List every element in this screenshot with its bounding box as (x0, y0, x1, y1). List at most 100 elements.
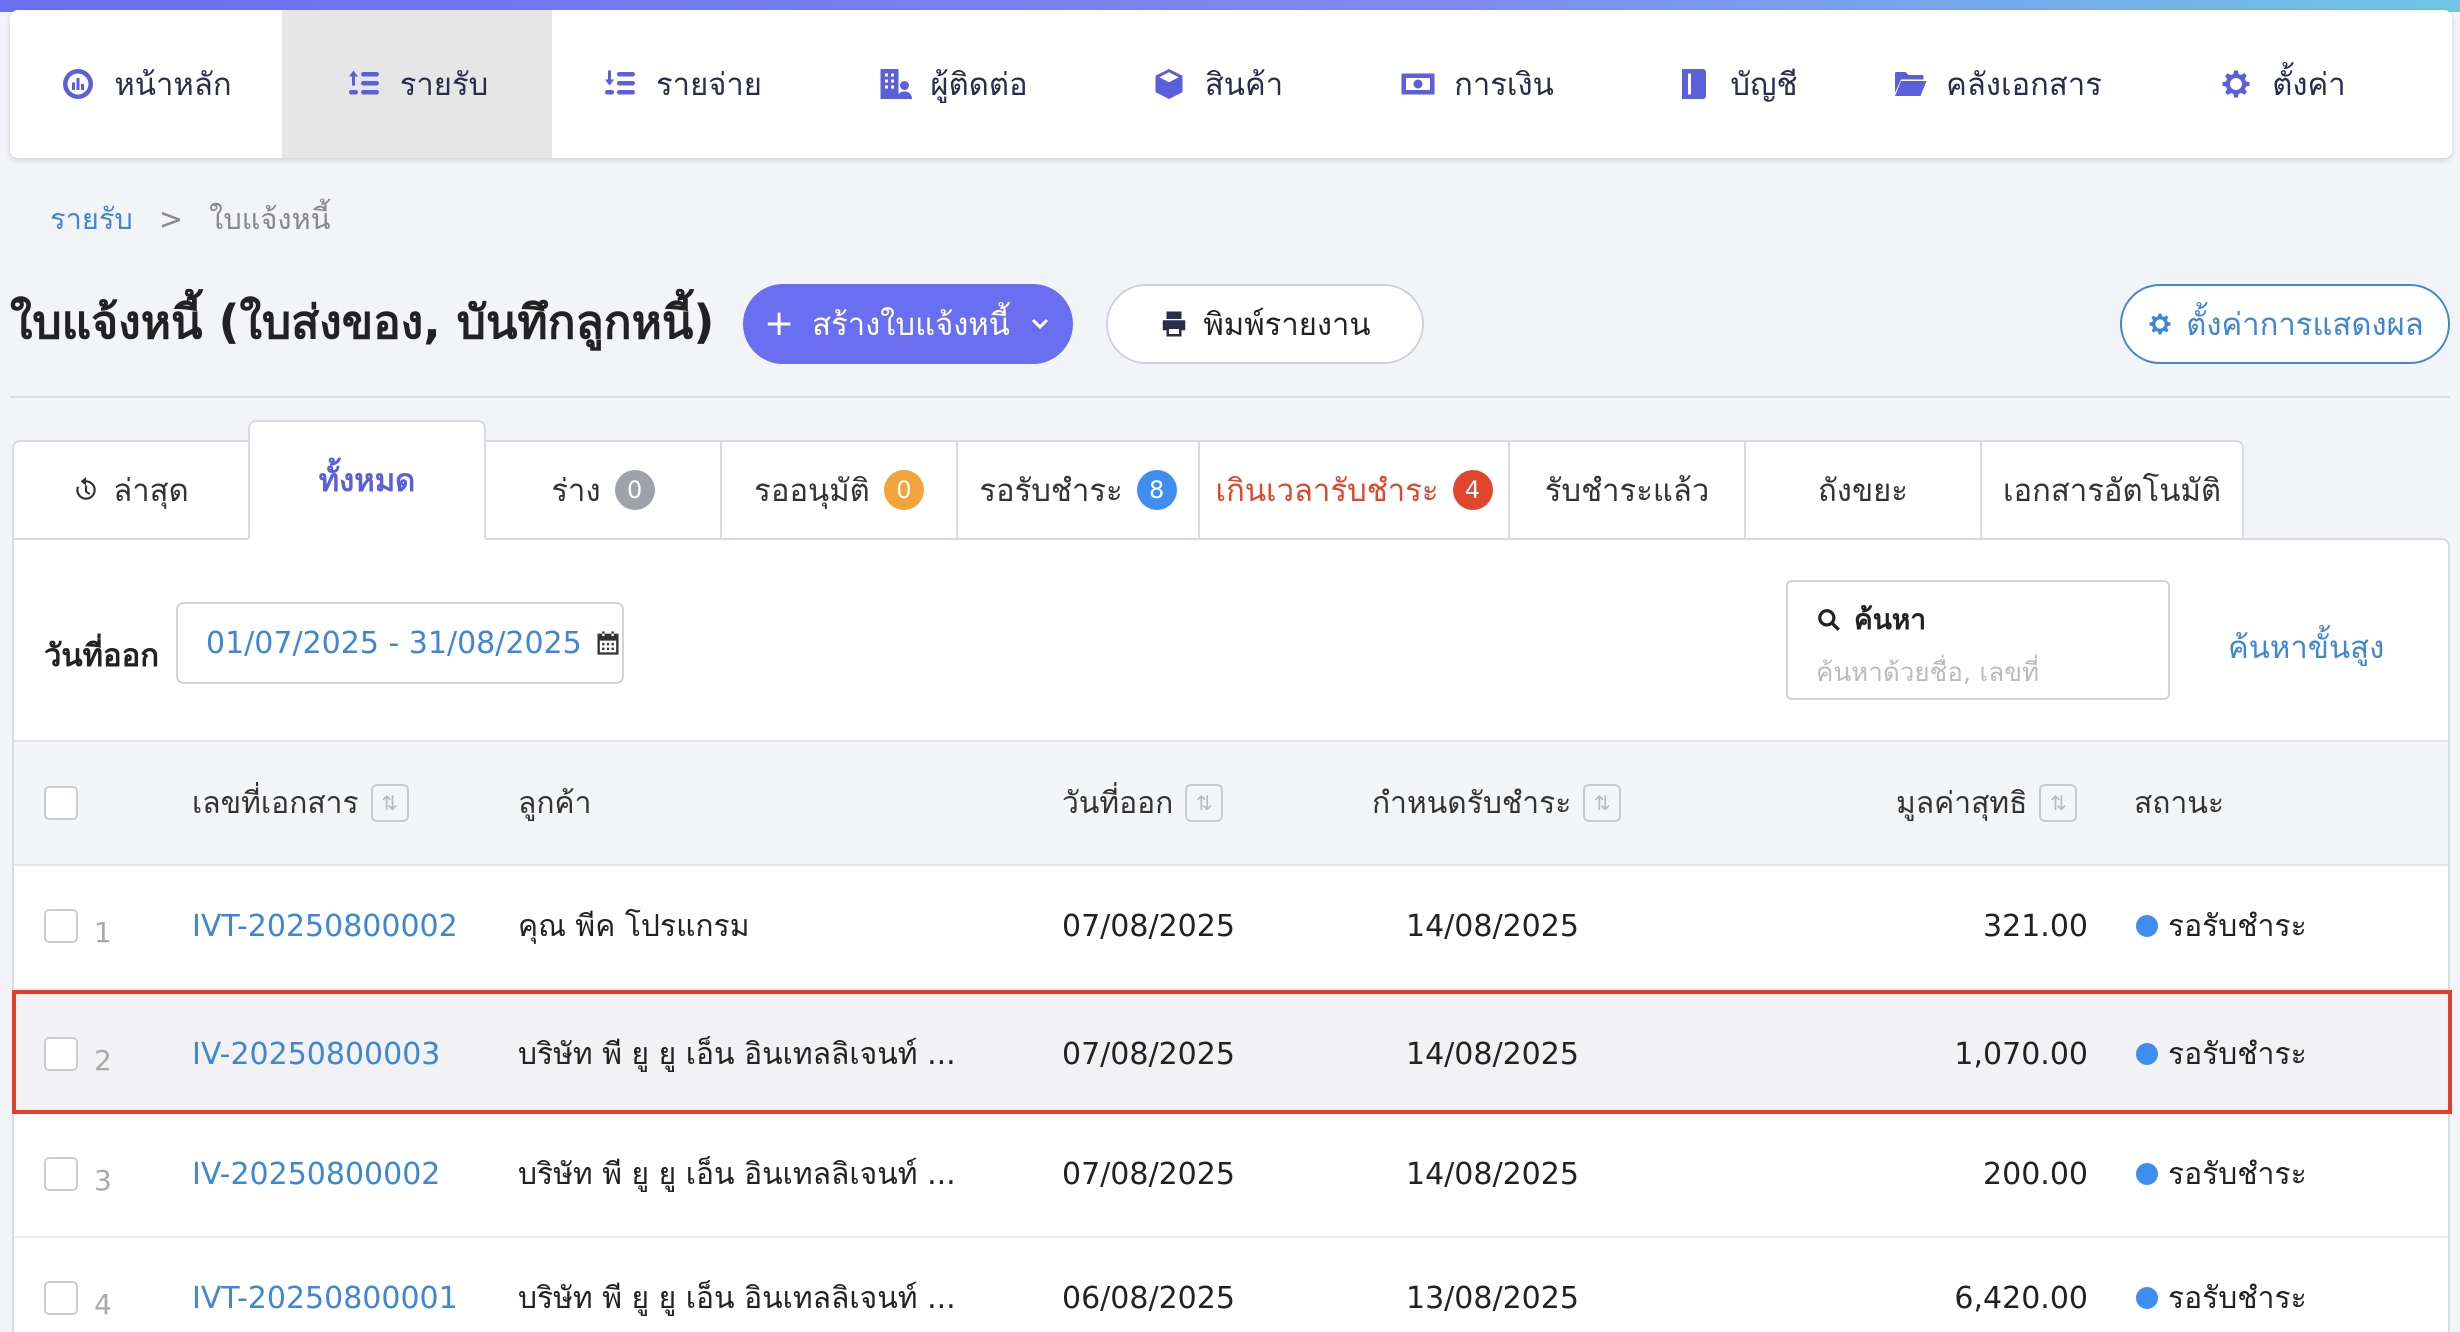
display-settings-label: ตั้งค่าการแสดงผล (2186, 307, 2424, 343)
issue-date: 07/08/2025 (1062, 908, 1235, 944)
sort-icon[interactable]: ⇅ (2039, 784, 2078, 822)
nav-item-accounting[interactable]: บัญชี (1612, 10, 1862, 158)
status-label: รอรับชำระ (2168, 1280, 2307, 1316)
due-date: 13/08/2025 (1406, 1280, 1579, 1316)
table-header: เลขที่เอกสาร ⇅ ลูกค้า วันที่ออก ⇅ กำหนดร… (14, 740, 2448, 866)
nav-label: รายรับ (399, 67, 489, 103)
column-net-value[interactable]: มูลค่าสุทธิ ⇅ (1896, 742, 2078, 864)
status-label: รอรับชำระ (2168, 908, 2307, 944)
tab-trash[interactable]: ถังขยะ (1744, 440, 1982, 540)
search-icon (1818, 609, 1840, 631)
column-label: วันที่ออก (1062, 785, 1174, 821)
history-icon (76, 477, 96, 500)
gear-icon (2222, 70, 2250, 98)
status-tabs: ล่าสุด ทั้งหมด ร่าง 0 รออนุมัติ 0 รอรับช… (12, 420, 2244, 540)
row-select-cell: 2 (44, 994, 112, 1114)
table-row[interactable]: 1 IVT-20250800002 คุณ พีค โปรแกรม 07/08/… (14, 866, 2448, 990)
count-badge: 0 (883, 470, 924, 510)
nav-label: สินค้า (1204, 67, 1284, 103)
doc-no-link[interactable]: IV-20250800003 (192, 994, 440, 1114)
nav-item-finance[interactable]: การเงิน (1342, 10, 1612, 158)
net-value: 321.00 (1983, 908, 2088, 944)
status-dot-icon (2136, 915, 2158, 937)
tab-pending-approval[interactable]: รออนุมัติ 0 (720, 440, 958, 540)
nav-item-home[interactable]: หน้าหลัก (10, 10, 282, 158)
sort-icon[interactable]: ⇅ (1583, 784, 1622, 822)
select-all-checkbox[interactable] (44, 786, 78, 820)
customer-name: บริษัท พี ยู ยู เอ็น อินเทลลิเจนท์ ... (518, 1156, 956, 1192)
date-range-field[interactable]: 01/07/2025 - 31/08/2025 (176, 602, 624, 684)
select-all-cell (44, 742, 78, 864)
printer-icon (1163, 311, 1186, 337)
table-row-highlighted[interactable]: 2 IV-20250800003 บริษัท พี ยู ยู เอ็น อิ… (12, 990, 2452, 1114)
tab-label: ถังขยะ (1818, 473, 1908, 509)
tab-paid[interactable]: รับชำระแล้ว (1508, 440, 1746, 540)
table-row[interactable]: 4 IVT-20250800001 บริษัท พี ยู ยู เอ็น อ… (14, 1238, 2448, 1332)
nav-label: ผู้ติดต่อ (930, 67, 1028, 103)
print-report-button[interactable]: พิมพ์รายงาน (1106, 284, 1424, 364)
tab-awaiting-payment[interactable]: รอรับชำระ 8 (956, 440, 1200, 540)
row-number: 4 (94, 1287, 112, 1321)
doc-no-link[interactable]: IVT-20250800001 (192, 1238, 458, 1332)
status-badge: รอรับชำระ (2136, 1238, 2307, 1332)
tab-overdue[interactable]: เกินเวลารับชำระ 4 (1198, 440, 1510, 540)
breadcrumb-separator: > (158, 202, 184, 236)
row-select-cell: 1 (44, 866, 112, 986)
tab-all[interactable]: ทั้งหมด (248, 420, 486, 540)
tab-label: ร่าง (551, 473, 601, 509)
row-checkbox[interactable] (44, 1037, 78, 1071)
tab-label: เอกสารอัตโนมัติ (2002, 473, 2222, 509)
box-icon (1155, 69, 1183, 99)
income-coins-icon (348, 70, 379, 95)
status-dot-icon (2136, 1043, 2158, 1065)
money-icon (1401, 73, 1435, 95)
row-select-cell: 4 (44, 1238, 112, 1332)
nav-label: บัญชี (1730, 67, 1798, 103)
issue-date: 07/08/2025 (1062, 1036, 1235, 1072)
advanced-search-link[interactable]: ค้นหาขั้นสูง (2228, 622, 2384, 672)
nav-item-settings[interactable]: ตั้งค่า (2132, 10, 2432, 158)
column-due-date[interactable]: กำหนดรับชำระ ⇅ (1372, 742, 1622, 864)
tab-label: รอรับชำระ (979, 473, 1123, 509)
print-report-label: พิมพ์รายงาน (1203, 307, 1371, 343)
gear-icon (2149, 313, 2171, 335)
nav-label: การเงิน (1454, 67, 1554, 103)
count-badge: 0 (614, 470, 655, 510)
header-divider (10, 396, 2450, 398)
nav-item-expense[interactable]: รายจ่าย (552, 10, 812, 158)
table-row[interactable]: 3 IV-20250800002 บริษัท พี ยู ยู เอ็น อิ… (14, 1114, 2448, 1238)
tab-draft[interactable]: ร่าง 0 (484, 440, 722, 540)
display-settings-button[interactable]: ตั้งค่าการแสดงผล (2120, 284, 2450, 364)
issue-date: 07/08/2025 (1062, 1156, 1235, 1192)
nav-item-products[interactable]: สินค้า (1092, 10, 1342, 158)
sort-icon[interactable]: ⇅ (370, 784, 409, 822)
nav-item-contacts[interactable]: ผู้ติดต่อ (812, 10, 1092, 158)
sort-icon[interactable]: ⇅ (1185, 784, 1224, 822)
net-value: 6,420.00 (1954, 1280, 2088, 1316)
breadcrumb-current: ใบแจ้งหนี้ (209, 202, 331, 236)
row-checkbox[interactable] (44, 1281, 78, 1315)
tab-auto-documents[interactable]: เอกสารอัตโนมัติ (1980, 440, 2244, 540)
column-label: มูลค่าสุทธิ (1896, 785, 2028, 821)
column-doc-no[interactable]: เลขที่เอกสาร ⇅ (192, 742, 409, 864)
row-checkbox[interactable] (44, 909, 78, 943)
net-value: 200.00 (1983, 1156, 2088, 1192)
due-date: 14/08/2025 (1406, 1036, 1579, 1072)
nav-item-income[interactable]: รายรับ (282, 10, 552, 158)
breadcrumb-parent[interactable]: รายรับ (50, 196, 133, 242)
tab-latest[interactable]: ล่าสุด (12, 440, 250, 540)
create-invoice-button[interactable]: + สร้างใบแจ้งหนี้ (743, 284, 1073, 364)
row-checkbox[interactable] (44, 1157, 78, 1191)
doc-no-link[interactable]: IVT-20250800002 (192, 866, 458, 986)
count-badge: 8 (1136, 470, 1177, 510)
tab-label: ล่าสุด (113, 473, 189, 509)
column-issue-date[interactable]: วันที่ออก ⇅ (1062, 742, 1224, 864)
nav-item-documents[interactable]: คลังเอกสาร (1862, 10, 2132, 158)
chevron-down-icon (1031, 318, 1049, 330)
status-badge: รอรับชำระ (2136, 994, 2307, 1114)
search-input[interactable]: ค้นหา ค้นหาด้วยชื่อ, เลขที่ (1786, 580, 2170, 700)
doc-no-link[interactable]: IV-20250800002 (192, 1114, 440, 1234)
column-label: ลูกค้า (518, 785, 592, 821)
folder-icon (1895, 72, 1927, 96)
status-label: รอรับชำระ (2168, 1156, 2307, 1192)
